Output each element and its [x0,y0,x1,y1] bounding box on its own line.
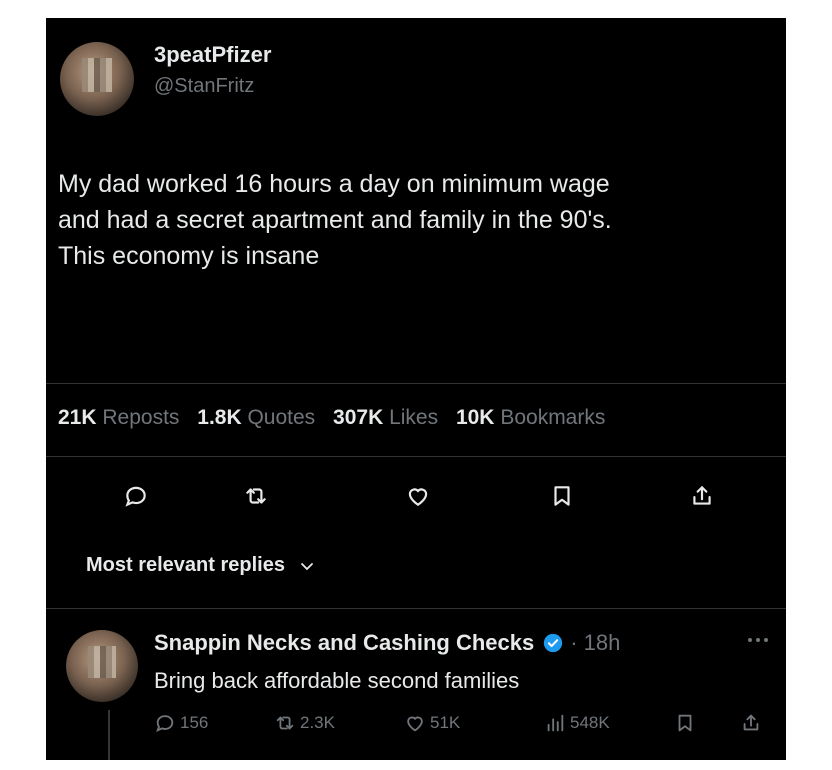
tweet-stats: 21K Reposts 1.8K Quotes 307K Likes 10K B… [58,406,617,430]
reply-action-bar: 156 2.3K 51K 548K [154,712,784,742]
reply-count: 156 [180,713,209,732]
bookmark-icon [678,714,692,732]
tweet-action-bar [46,476,786,516]
reply-text: Bring back affordable second families [154,668,520,693]
reply-author-name[interactable]: Snappin Necks and Cashing Checks [154,630,534,656]
divider [46,456,786,457]
share-icon [743,714,759,731]
stat-reposts[interactable]: 21K Reposts [58,406,191,429]
more-options-icon[interactable] [746,634,770,646]
author-handle[interactable]: @StanFritz [154,75,254,98]
replies-sort-label: Most relevant replies [86,554,285,576]
reply-share-button[interactable] [740,712,766,734]
repost-button[interactable] [236,476,276,516]
bookmark-icon [554,486,570,506]
bookmark-button[interactable] [542,476,582,516]
tweet-text: My dad worked 16 hours a day on minimum … [58,170,612,270]
share-button[interactable] [682,476,722,516]
reply-views-button[interactable]: 548K [544,712,610,734]
repost-count: 2.3K [300,713,335,732]
repost-icon [276,716,294,730]
stat-likes[interactable]: 307K Likes [333,406,450,429]
reply-reply-button[interactable]: 156 [154,712,208,734]
verified-badge-icon [544,633,563,653]
thread-line [108,710,110,760]
stat-quotes[interactable]: 1.8K Quotes [197,406,327,429]
share-icon [693,486,711,505]
reply-button[interactable] [116,476,156,516]
views-icon [547,714,564,732]
reply-bookmark-button[interactable] [674,712,700,734]
reply-icon [156,715,174,733]
views-count: 548K [570,713,610,732]
divider [46,383,786,384]
reply-timestamp[interactable]: · 18h [570,630,620,656]
replies-sort-dropdown[interactable]: Most relevant replies [86,554,315,577]
reply-repost-button[interactable]: 2.3K [274,712,335,734]
divider [46,608,786,609]
like-count: 51K [430,713,461,732]
like-button[interactable] [398,476,438,516]
reply-header: Snappin Necks and Cashing Checks · 18h [154,630,620,656]
repost-icon [246,488,266,504]
author-avatar[interactable] [60,42,134,116]
chevron-down-icon [301,562,313,570]
stat-bookmarks[interactable]: 10K Bookmarks [456,406,617,429]
reply-author-avatar[interactable] [66,630,138,702]
like-icon [408,488,428,506]
reply-icon [125,486,146,507]
tweet-card: 3peatPfizer @StanFritz My dad worked 16 … [46,18,786,760]
reply-like-button[interactable]: 51K [404,712,460,734]
author-name[interactable]: 3peatPfizer [154,42,271,68]
like-icon [407,716,423,732]
